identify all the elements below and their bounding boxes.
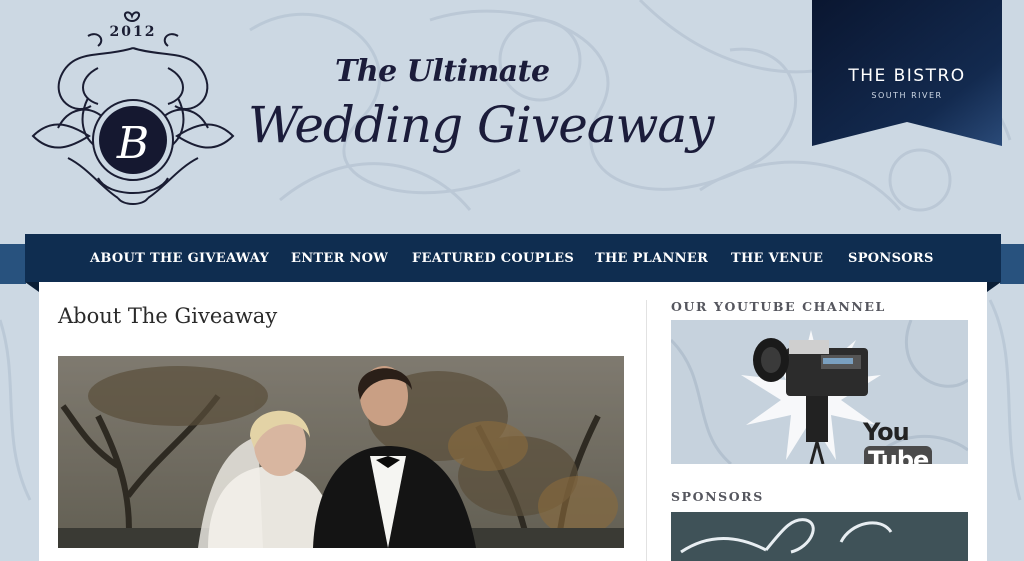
- venue-name: THE BISTRO: [848, 66, 966, 86]
- youtube-channel-heading: OUR YOUTUBE CHANNEL: [671, 299, 886, 314]
- bistro-crest-logo[interactable]: B 2012: [28, 8, 238, 213]
- nav-fold-right: [987, 282, 1001, 292]
- hero-couple-photo: [58, 356, 624, 548]
- page-title: About The Giveaway: [58, 304, 278, 328]
- site-title-line1: The Ultimate: [335, 54, 550, 89]
- main-navigation: ABOUT THE GIVEAWAY ENTER NOW FEATURED CO…: [25, 234, 1001, 282]
- sponsors-heading: SPONSORS: [671, 489, 764, 504]
- sponsor-banner[interactable]: [671, 512, 968, 561]
- content-divider: [646, 300, 647, 561]
- venue-subtitle: SOUTH RIVER: [871, 91, 943, 100]
- nav-fold-left: [25, 282, 39, 292]
- nav-item-featured-couples[interactable]: FEATURED COUPLES: [412, 251, 574, 266]
- nav-ribbon-right-tail: [1000, 244, 1024, 284]
- youtube-logo-you: You: [863, 418, 910, 446]
- youtube-logo-tube: Tube: [864, 446, 933, 464]
- nav-item-about-the-giveaway[interactable]: ABOUT THE GIVEAWAY: [90, 251, 269, 266]
- site-header: B 2012 The Ultimate Wedding Giveaway THE…: [0, 0, 1024, 234]
- crest-year: 2012: [109, 24, 157, 40]
- nav-item-the-venue[interactable]: THE VENUE: [731, 251, 823, 266]
- youtube-channel-widget[interactable]: YouTube: [671, 320, 968, 464]
- content-area: About The Giveaway OUR YOUTUBE CHANNEL Y…: [39, 282, 987, 561]
- site-title-line2: Wedding Giveaway: [248, 96, 714, 154]
- crest-initial: B: [116, 118, 149, 169]
- nav-ribbon-left-tail: [0, 244, 26, 284]
- venue-banner[interactable]: THE BISTRO SOUTH RIVER: [812, 0, 1002, 148]
- nav-item-enter-now[interactable]: ENTER NOW: [291, 251, 388, 266]
- nav-item-sponsors[interactable]: SPONSORS: [848, 251, 934, 266]
- youtube-logo: YouTube: [863, 418, 968, 464]
- nav-item-the-planner[interactable]: THE PLANNER: [595, 251, 708, 266]
- sponsor-script-flourish-icon: [680, 518, 893, 554]
